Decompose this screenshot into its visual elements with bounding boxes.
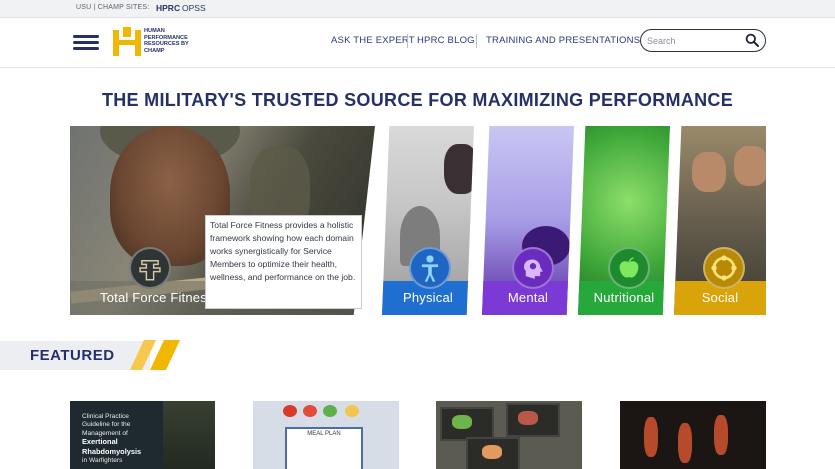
athlete-image [678,423,692,463]
social-label: Social [701,290,739,305]
nutritional-label: Nutritional [593,290,655,305]
featured-card-meal-plan[interactable]: MEAL PLAN [253,401,399,469]
apple-icon [608,247,650,289]
salmon-image [482,445,502,459]
card-cover-text: Clinical Practice Guideline for the Mana… [82,413,142,465]
search-icon[interactable] [745,33,759,47]
athlete-image [714,415,728,455]
meal-plan-clipboard: MEAL PLAN [285,427,363,469]
hprc-logo[interactable]: HUMAN PERFORMANCE RESOURCES BY CHAMP [113,27,203,61]
hprc-logo-mark-icon [113,27,141,56]
mental-tile[interactable]: Mental [482,126,574,315]
featured-stripes-icon [130,340,180,370]
pilot-image [692,152,726,192]
head-gear-icon [512,247,554,289]
physical-label: Physical [402,290,453,305]
champ-sites-label: USU | CHAMP SITES: [76,4,150,11]
helmet-image [444,144,474,194]
athlete-image [644,417,658,457]
soldier-thumbnail-image [163,401,215,469]
search-input[interactable] [647,33,743,48]
mental-label: Mental [507,290,549,305]
hprc-site-link[interactable]: HPRC [156,3,180,13]
physical-tile[interactable]: Physical [382,126,474,315]
meal-plan-title: MEAL PLAN [307,431,341,437]
lettuce-image [323,405,337,417]
pilot-image [734,146,766,186]
nav-divider [407,34,408,48]
featured-card-athletes[interactable] [620,401,766,469]
featured-card-meal-prep[interactable] [436,401,582,469]
featured-card-rhabdomyolysis[interactable]: Clinical Practice Guideline for the Mana… [70,401,215,469]
tff-emblem-icon [129,247,171,289]
pepper-image [345,405,359,417]
greens-image [452,415,472,429]
nav-divider [476,34,477,48]
opss-site-link[interactable]: OPSS [182,3,206,13]
logo-text: HUMAN PERFORMANCE RESOURCES BY CHAMP [144,28,189,54]
social-tile[interactable]: Social [674,126,766,315]
person-icon [409,247,451,289]
group-circle-icon [703,247,745,289]
page-headline: THE MILITARY'S TRUSTED SOURCE FOR MAXIMI… [101,90,734,110]
total-force-fitness-hero: Total Force Fitness Physical Mental Nutr… [70,126,766,315]
nav-ask-the-expert[interactable]: ASK THE EXPERT [331,35,415,49]
menu-hamburger-icon[interactable] [73,35,99,50]
search-box[interactable] [640,29,766,52]
nav-training-and-presentations[interactable]: TRAINING AND PRESENTATIONS [486,35,640,49]
tff-label: Total Force Fitness [100,290,214,305]
site-header: HUMAN PERFORMANCE RESOURCES BY CHAMP ASK… [0,18,835,68]
tff-tooltip: Total Force Fitness provides a holistic … [205,215,362,309]
nav-hprc-blog[interactable]: HPRC BLOG [417,35,475,49]
tomato-image [283,405,297,417]
top-utility-bar: USU | CHAMP SITES: HPRC OPSS [0,0,835,18]
beets-image [518,411,538,425]
tomato-image [303,405,317,417]
nutritional-tile[interactable]: Nutritional [578,126,670,315]
featured-heading: FEATURED [30,347,115,364]
